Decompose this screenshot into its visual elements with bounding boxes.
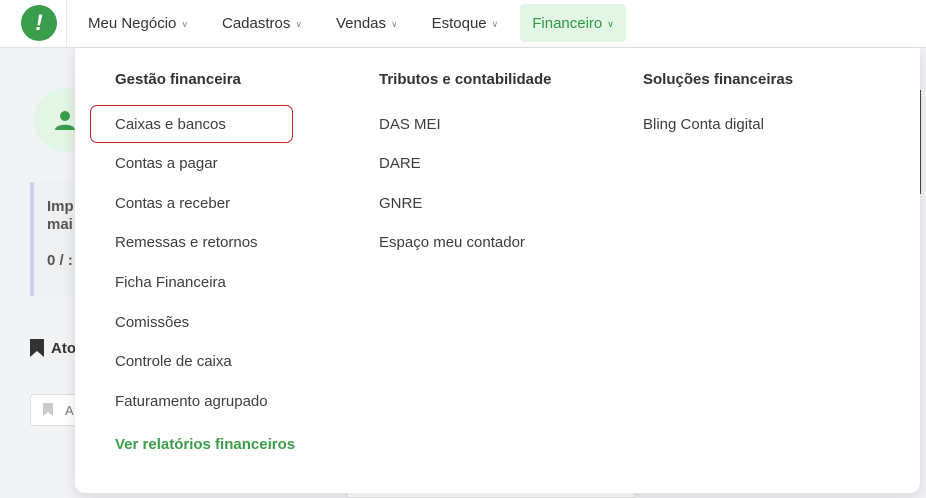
nav-item-meu-negocio[interactable]: Meu Negócio ∨ bbox=[76, 4, 200, 42]
shortcut-input-text: A bbox=[65, 403, 74, 418]
nav-item-label: Financeiro bbox=[532, 14, 603, 32]
bookmark-icon bbox=[43, 403, 53, 416]
nav-item-cadastros[interactable]: Cadastros ∨ bbox=[210, 4, 314, 42]
top-navigation-bar: ! Meu Negócio ∨ Cadastros ∨ Vendas ∨ Est… bbox=[0, 0, 926, 48]
menu-item-controle-de-caixa[interactable]: Controle de caixa bbox=[115, 353, 232, 370]
info-card-text: mai bbox=[47, 216, 73, 233]
menu-item-comissoes[interactable]: Comissões bbox=[115, 314, 189, 331]
menu-item-caixas-e-bancos[interactable]: Caixas e bancos bbox=[90, 105, 293, 143]
menu-item-espaco-meu-contador[interactable]: Espaço meu contador bbox=[379, 234, 525, 251]
menu-item-contas-a-receber[interactable]: Contas a receber bbox=[115, 195, 230, 212]
menu-column-title: Tributos e contabilidade bbox=[379, 71, 552, 88]
chevron-down-icon: ∨ bbox=[181, 18, 188, 29]
menu-column-title: Soluções financeiras bbox=[643, 71, 794, 88]
nav-item-label: Cadastros bbox=[221, 14, 291, 32]
nav-item-label: Vendas bbox=[335, 14, 386, 32]
nav-item-estoque[interactable]: Estoque ∨ bbox=[420, 4, 511, 42]
bookmark-icon bbox=[30, 339, 44, 357]
chevron-down-icon: ∨ bbox=[295, 18, 302, 29]
menu-item-das-mei[interactable]: DAS MEI bbox=[379, 116, 441, 133]
financeiro-dropdown-menu: Gestão financeira Caixas e bancos Contas… bbox=[75, 48, 920, 493]
info-card-count: 0 / : bbox=[47, 252, 73, 269]
menu-item-contas-a-pagar[interactable]: Contas a pagar bbox=[115, 155, 218, 172]
user-icon bbox=[55, 111, 75, 130]
chevron-down-icon: ∨ bbox=[491, 18, 499, 29]
main-menu: Meu Negócio ∨ Cadastros ∨ Vendas ∨ Estoq… bbox=[76, 4, 636, 42]
financial-reports-link[interactable]: Ver relatórios financeiros bbox=[115, 436, 295, 453]
menu-item-gnre[interactable]: GNRE bbox=[379, 195, 422, 212]
nav-item-label: Estoque bbox=[431, 14, 487, 32]
nav-item-vendas[interactable]: Vendas ∨ bbox=[324, 4, 410, 42]
nav-item-label: Meu Negócio bbox=[88, 14, 177, 32]
section-title: Ato bbox=[51, 340, 76, 357]
menu-item-bling-conta-digital[interactable]: Bling Conta digital bbox=[643, 116, 764, 133]
chevron-down-icon: ∨ bbox=[391, 18, 398, 29]
menu-item-ficha-financeira[interactable]: Ficha Financeira bbox=[115, 274, 226, 291]
chevron-down-icon: ∨ bbox=[607, 18, 614, 29]
nav-item-financeiro[interactable]: Financeiro ∨ bbox=[520, 4, 626, 42]
nav-divider bbox=[66, 0, 67, 48]
menu-item-remessas-e-retornos[interactable]: Remessas e retornos bbox=[115, 234, 258, 251]
menu-column-title: Gestão financeira bbox=[115, 71, 241, 88]
app-logo[interactable]: ! bbox=[21, 5, 57, 41]
menu-item-dare[interactable]: DARE bbox=[379, 155, 421, 172]
info-card-text: Imp bbox=[47, 198, 74, 215]
menu-item-faturamento-agrupado[interactable]: Faturamento agrupado bbox=[115, 393, 268, 410]
